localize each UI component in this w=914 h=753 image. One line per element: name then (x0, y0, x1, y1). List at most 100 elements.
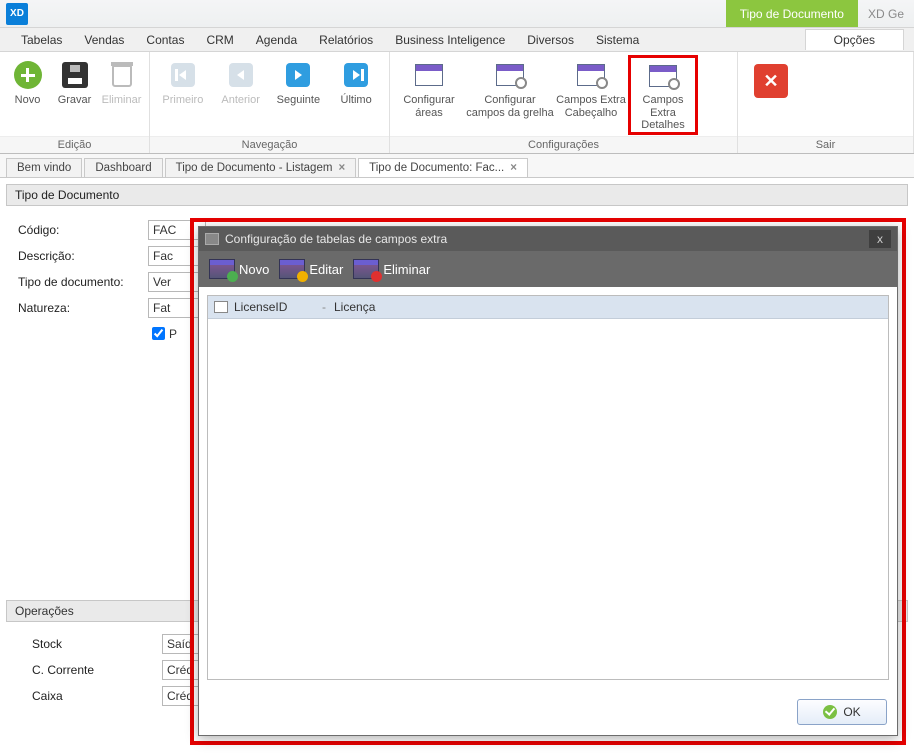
menu-crm[interactable]: CRM (195, 30, 244, 50)
tab-dashboard[interactable]: Dashboard (84, 158, 162, 177)
menu-tabelas[interactable]: Tabelas (10, 30, 73, 50)
ok-label: OK (843, 705, 860, 719)
dialog-editar-button[interactable]: Editar (279, 259, 343, 279)
seguinte-label: Seguinte (277, 94, 320, 107)
novo-button[interactable]: Novo (4, 56, 51, 136)
dialog-close-button[interactable]: x (869, 230, 891, 248)
ccorrente-label: C. Corrente (32, 663, 162, 677)
primeiro-button[interactable]: Primeiro (154, 56, 212, 136)
dialog-footer: OK (199, 688, 897, 735)
menu-agenda[interactable]: Agenda (245, 30, 308, 50)
ultimo-label: Último (341, 94, 372, 107)
group-edicao-label: Edição (0, 136, 149, 153)
menu-contas[interactable]: Contas (135, 30, 195, 50)
tab-listagem-label: Tipo de Documento - Listagem (176, 162, 333, 174)
menu-bi[interactable]: Business Inteligence (384, 30, 516, 50)
ribbon: Novo Gravar Eliminar Edição Primeiro Ant… (0, 52, 914, 154)
group-sair-label: Sair (738, 136, 913, 153)
dialog-body: LicenseID - Licença (199, 287, 897, 688)
menu-opcoes[interactable]: Opções (805, 29, 904, 50)
tab-documento-label: Tipo de Documento: Fac... (369, 162, 504, 174)
first-icon (168, 60, 198, 90)
document-tabs: Bem vindo Dashboard Tipo de Documento - … (0, 154, 914, 178)
ultimo-button[interactable]: Último (327, 56, 385, 136)
configurar-areas-label: Configurar áreas (394, 94, 464, 119)
ok-button[interactable]: OK (797, 699, 887, 725)
dialog-eliminar-button[interactable]: Eliminar (353, 259, 430, 279)
anterior-button[interactable]: Anterior (212, 56, 270, 136)
table-delete-icon (353, 259, 379, 279)
gravar-label: Gravar (58, 94, 92, 107)
descricao-label: Descrição: (18, 249, 148, 263)
table-add-icon (209, 259, 235, 279)
dialog-eliminar-label: Eliminar (383, 262, 430, 277)
app-name: XD Ge (858, 7, 914, 21)
section-title: Tipo de Documento (6, 184, 908, 206)
eliminar-button[interactable]: Eliminar (98, 56, 145, 136)
tipo-label: Tipo de documento: (18, 275, 148, 289)
codigo-label: Código: (18, 223, 148, 237)
natureza-label: Natureza: (18, 301, 148, 315)
gravar-button[interactable]: Gravar (51, 56, 98, 136)
stock-label: Stock (32, 637, 162, 651)
row-id: LicenseID (234, 300, 314, 314)
tab-listagem[interactable]: Tipo de Documento - Listagem × (165, 158, 357, 177)
campos-cabecalho-label: Campos Extra Cabeçalho (556, 94, 626, 119)
row-icon (214, 301, 228, 313)
dialog-title: Configuração de tabelas de campos extra (225, 232, 447, 246)
group-config-label: Configurações (390, 136, 737, 153)
menu-bar: Tabelas Vendas Contas CRM Agenda Relatór… (0, 28, 914, 52)
detail-gear-icon (648, 62, 678, 90)
list-item[interactable]: LicenseID - Licença (208, 296, 888, 319)
tab-documento[interactable]: Tipo de Documento: Fac... × (358, 158, 528, 177)
campos-detalhes-button[interactable]: Campos Extra Detalhes (628, 55, 698, 135)
novo-label: Novo (15, 94, 41, 107)
anterior-label: Anterior (221, 94, 260, 107)
tab-close-icon[interactable]: × (338, 162, 345, 174)
checkbox-p-label: P (169, 327, 177, 341)
next-icon (283, 60, 313, 90)
dialog-titlebar: Configuração de tabelas de campos extra … (199, 227, 897, 251)
menu-relatorios[interactable]: Relatórios (308, 30, 384, 50)
sair-button[interactable]: ✕ (754, 64, 788, 98)
trash-icon (107, 60, 137, 90)
grid-icon (414, 60, 444, 90)
tab-bemvindo[interactable]: Bem vindo (6, 158, 82, 177)
tab-bemvindo-label: Bem vindo (17, 162, 71, 174)
configurar-grelha-button[interactable]: Configurar campos da grelha (464, 56, 556, 136)
row-sep: - (314, 300, 334, 314)
campos-cabecalho-button[interactable]: Campos Extra Cabeçalho (556, 56, 626, 136)
close-icon: ✕ (763, 71, 778, 92)
app-logo: XD (6, 3, 28, 25)
menu-vendas[interactable]: Vendas (73, 30, 135, 50)
header-gear-icon (576, 60, 606, 90)
configurar-grelha-label: Configurar campos da grelha (464, 94, 556, 119)
eliminar-label: Eliminar (102, 94, 142, 107)
grid-gear-icon (495, 60, 525, 90)
last-icon (341, 60, 371, 90)
menu-diversos[interactable]: Diversos (516, 30, 585, 50)
configurar-areas-button[interactable]: Configurar áreas (394, 56, 464, 136)
fields-list[interactable]: LicenseID - Licença (207, 295, 889, 680)
prev-icon (226, 60, 256, 90)
menu-sistema[interactable]: Sistema (585, 30, 650, 50)
dialog-toolbar: Novo Editar Eliminar (199, 251, 897, 287)
group-navegacao-label: Navegação (150, 136, 389, 153)
tab-dashboard-label: Dashboard (95, 162, 151, 174)
dialog-novo-button[interactable]: Novo (209, 259, 269, 279)
checkbox-p[interactable] (152, 327, 165, 340)
tab-close-icon[interactable]: × (510, 162, 517, 174)
seguinte-button[interactable]: Seguinte (270, 56, 328, 136)
primeiro-label: Primeiro (162, 94, 203, 107)
dialog-icon (205, 233, 219, 245)
plus-icon (13, 60, 43, 90)
campos-detalhes-label: Campos Extra Detalhes (631, 94, 695, 132)
save-icon (60, 60, 90, 90)
check-icon (823, 705, 837, 719)
caixa-label: Caixa (32, 689, 162, 703)
title-bar: XD Tipo de Documento XD Ge (0, 0, 914, 28)
contextual-tab[interactable]: Tipo de Documento (726, 0, 858, 27)
dialog-novo-label: Novo (239, 262, 269, 277)
row-name: Licença (334, 300, 375, 314)
extra-fields-dialog: Configuração de tabelas de campos extra … (198, 226, 898, 736)
